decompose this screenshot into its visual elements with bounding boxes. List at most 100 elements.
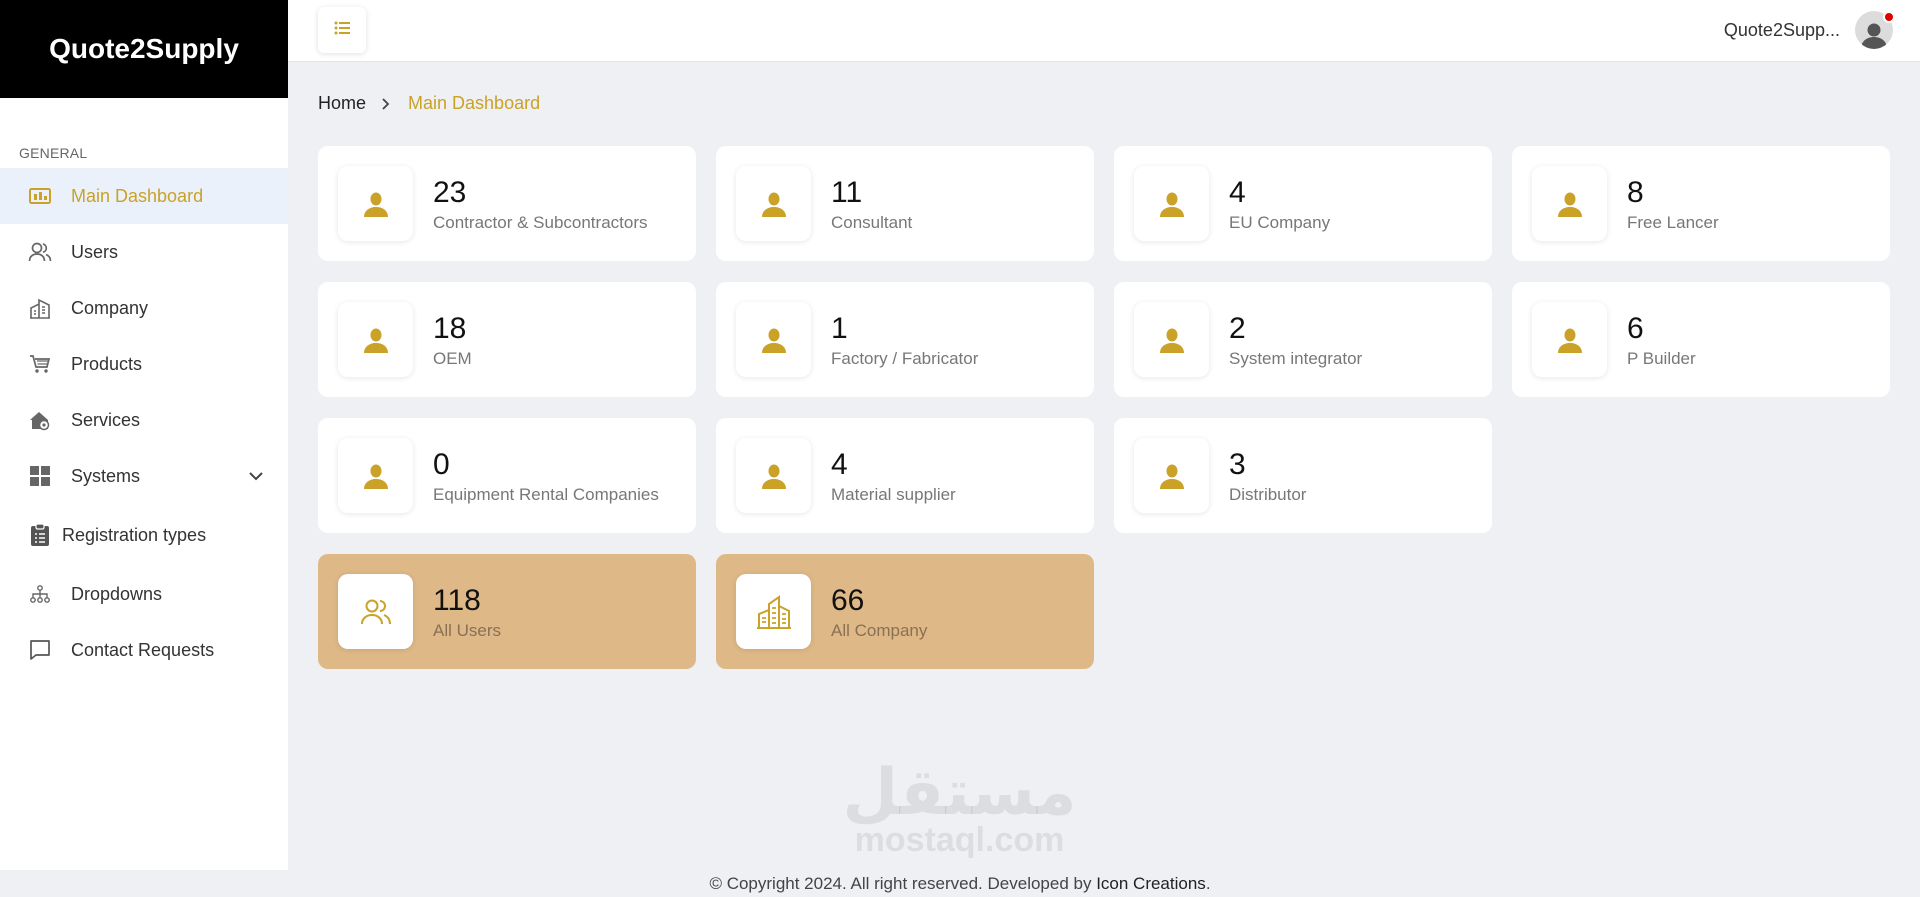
building-icon bbox=[736, 574, 811, 649]
sidebar-item-label: Dropdowns bbox=[71, 583, 163, 604]
stat-count: 18 bbox=[433, 311, 467, 345]
watermark: مستقل mostaql.com bbox=[842, 756, 1077, 859]
stat-label: EU Company bbox=[1229, 212, 1331, 232]
sidebar-item-registration-types[interactable]: Registration types bbox=[0, 504, 288, 566]
stat-label: Free Lancer bbox=[1627, 212, 1719, 232]
dashboard-icon bbox=[28, 184, 52, 208]
stat-count: 2 bbox=[1229, 311, 1246, 345]
stat-label: Material supplier bbox=[831, 484, 956, 504]
stat-count: 11 bbox=[831, 175, 863, 209]
sidebar-item-services[interactable]: Services bbox=[0, 392, 288, 448]
chevron-right-icon bbox=[382, 97, 390, 110]
stat-label: Distributor bbox=[1229, 484, 1307, 504]
stat-label: Equipment Rental Companies bbox=[433, 484, 659, 504]
stat-label: Contractor & Subcontractors bbox=[433, 212, 648, 232]
person-icon bbox=[1134, 166, 1209, 241]
sidebar-item-label: Products bbox=[71, 353, 143, 374]
person-icon bbox=[736, 438, 811, 513]
sidebar-item-label: Registration types bbox=[62, 524, 207, 545]
person-icon bbox=[736, 302, 811, 377]
stat-count: 23 bbox=[433, 175, 467, 209]
stat-card[interactable]: 11 Consultant bbox=[716, 146, 1094, 261]
developer-link[interactable]: Icon Creations bbox=[1096, 874, 1206, 893]
services-icon bbox=[28, 408, 52, 432]
sidebar-item-systems[interactable]: Systems bbox=[0, 448, 288, 504]
sidebar-item-label: Users bbox=[71, 241, 119, 262]
hierarchy-icon bbox=[28, 582, 52, 606]
stats-cards: 23 Contractor & Subcontractors 11 Consulta… bbox=[318, 146, 1890, 669]
breadcrumb-current: Main Dashboard bbox=[408, 93, 541, 113]
breadcrumb-home-link[interactable]: Home bbox=[318, 93, 366, 114]
stat-count: 3 bbox=[1229, 447, 1246, 481]
stat-card[interactable]: 6 P Builder bbox=[1512, 282, 1890, 397]
sidebar-item-label: Services bbox=[71, 409, 141, 430]
stat-label: All Users bbox=[433, 620, 502, 640]
stat-card[interactable]: 4 EU Company bbox=[1114, 146, 1492, 261]
stat-label: Factory / Fabricator bbox=[831, 348, 979, 368]
stat-label: OEM bbox=[433, 348, 472, 368]
stat-count: 4 bbox=[1229, 175, 1246, 209]
total-company-card[interactable]: 66 All Company bbox=[716, 554, 1094, 669]
person-icon bbox=[338, 302, 413, 377]
total-users-card[interactable]: 118 All Users bbox=[318, 554, 696, 669]
list-icon bbox=[334, 21, 350, 40]
breadcrumb: Home Main Dashboard bbox=[318, 93, 540, 114]
user-name[interactable]: Quote2Supp... bbox=[1724, 20, 1840, 41]
users-icon bbox=[28, 240, 52, 264]
stat-card[interactable]: 3 Distributor bbox=[1114, 418, 1492, 533]
person-icon bbox=[338, 438, 413, 513]
topbar: Quote2Supp... bbox=[288, 0, 1920, 62]
stat-label: System integrator bbox=[1229, 348, 1363, 368]
stat-count: 118 bbox=[433, 583, 481, 617]
stat-count: 6 bbox=[1627, 311, 1644, 345]
watermark-latin: mostaql.com bbox=[854, 821, 1065, 859]
grid-icon bbox=[28, 464, 52, 488]
person-icon bbox=[1134, 302, 1209, 377]
stat-count: 4 bbox=[831, 447, 848, 481]
chat-icon bbox=[28, 638, 52, 662]
sidebar: Quote2Supply GENERAL Main Dashboard User… bbox=[0, 0, 288, 870]
stat-card[interactable]: 23 Contractor & Subcontractors bbox=[318, 146, 696, 261]
sidebar-item-products[interactable]: Products bbox=[0, 336, 288, 392]
sidebar-item-main-dashboard[interactable]: Main Dashboard bbox=[0, 168, 288, 224]
sidebar-item-company[interactable]: Company bbox=[0, 280, 288, 336]
stat-count: 1 bbox=[831, 311, 848, 345]
copyright-suffix: . bbox=[1205, 874, 1211, 893]
person-icon bbox=[1532, 302, 1607, 377]
sidebar-item-dropdowns[interactable]: Dropdowns bbox=[0, 566, 288, 622]
sidebar-item-label: Contact Requests bbox=[71, 639, 215, 660]
person-icon bbox=[1532, 166, 1607, 241]
sidebar-item-label: Main Dashboard bbox=[71, 185, 204, 206]
person-icon bbox=[1134, 438, 1209, 513]
sidebar-item-contact-requests[interactable]: Contact Requests bbox=[0, 622, 288, 678]
stat-card[interactable]: 4 Material supplier bbox=[716, 418, 1094, 533]
stat-count: 8 bbox=[1627, 175, 1644, 209]
notification-badge bbox=[1883, 11, 1895, 23]
stat-label: Consultant bbox=[831, 212, 913, 232]
stat-card[interactable]: 0 Equipment Rental Companies bbox=[318, 418, 696, 533]
brand-logo[interactable]: Quote2Supply bbox=[0, 0, 288, 98]
users-icon bbox=[338, 574, 413, 649]
stat-count: 0 bbox=[433, 447, 450, 481]
company-icon bbox=[28, 296, 52, 320]
stat-card[interactable]: 2 System integrator bbox=[1114, 282, 1492, 397]
watermark-arabic: مستقل bbox=[842, 756, 1077, 830]
sidebar-section-label: GENERAL bbox=[19, 145, 88, 161]
footer: © Copyright 2024. All right reserved. De… bbox=[0, 870, 1920, 897]
person-icon bbox=[338, 166, 413, 241]
empty-slot bbox=[1512, 418, 1890, 533]
sidebar-item-label: Systems bbox=[71, 465, 141, 486]
stat-count: 66 bbox=[831, 583, 865, 617]
chevron-down-icon[interactable] bbox=[246, 466, 266, 486]
stat-label: P Builder bbox=[1627, 348, 1696, 368]
copyright-text: © Copyright 2024. All right reserved. De… bbox=[709, 874, 1097, 893]
clipboard-icon bbox=[28, 523, 52, 547]
sidebar-item-users[interactable]: Users bbox=[0, 224, 288, 280]
sidebar-item-label: Company bbox=[71, 297, 149, 318]
sidebar-toggle-button[interactable] bbox=[318, 7, 366, 53]
stat-card[interactable]: 18 OEM bbox=[318, 282, 696, 397]
stat-label: All Company bbox=[831, 620, 928, 640]
person-icon bbox=[736, 166, 811, 241]
stat-card[interactable]: 1 Factory / Fabricator bbox=[716, 282, 1094, 397]
stat-card[interactable]: 8 Free Lancer bbox=[1512, 146, 1890, 261]
